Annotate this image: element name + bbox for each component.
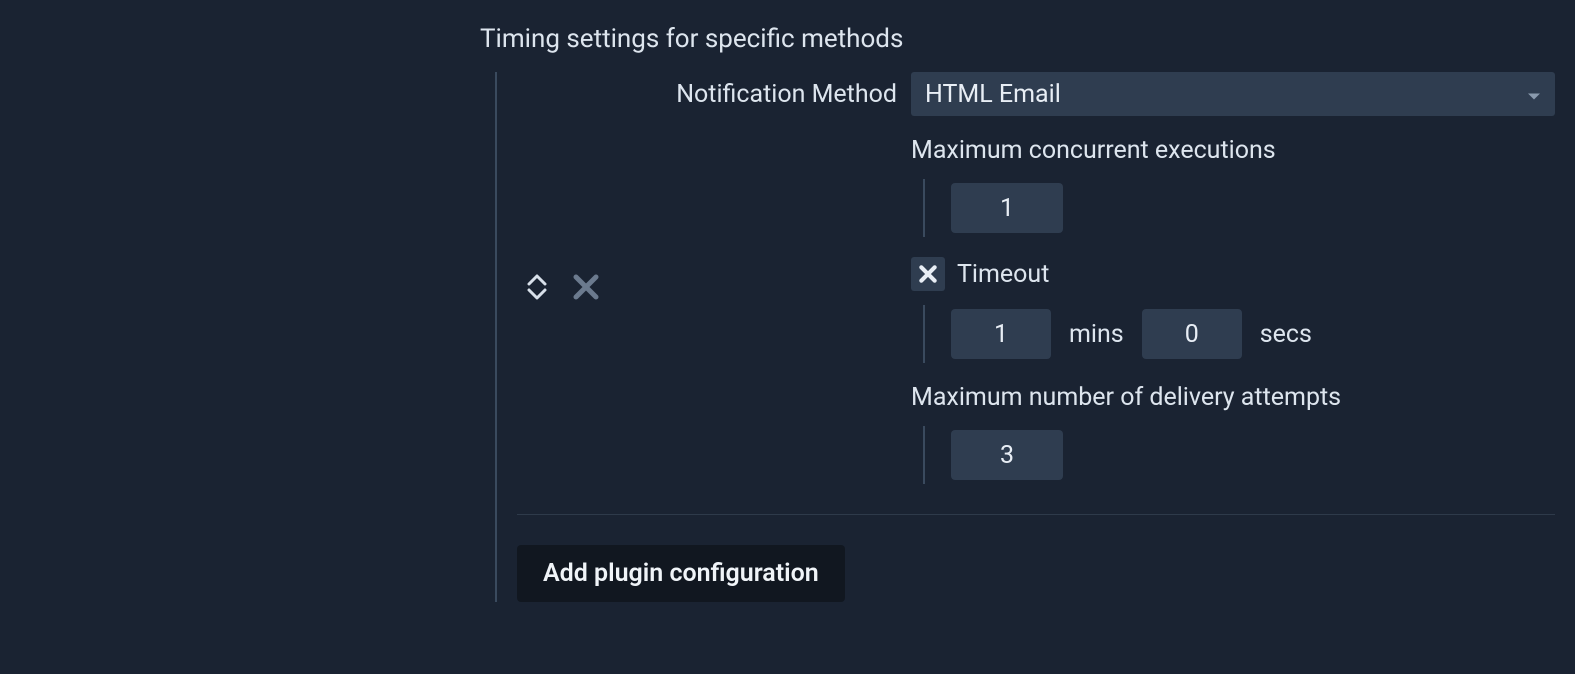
secs-unit-label: secs xyxy=(1260,320,1312,349)
timeout-label-row: Timeout xyxy=(911,257,1555,291)
chevron-down-icon xyxy=(527,288,547,300)
max-attempts-section: Maximum number of delivery attempts xyxy=(911,383,1555,484)
x-mark-icon xyxy=(918,264,938,284)
chevron-up-icon xyxy=(527,274,547,286)
notification-method-label: Notification Method xyxy=(631,80,911,109)
max-attempts-input-wrap xyxy=(923,426,1555,484)
remove-button[interactable] xyxy=(571,272,601,302)
config-fields: Notification Method HTML Email Maximum c… xyxy=(631,72,1555,484)
notification-method-value: HTML Email xyxy=(925,80,1061,109)
sort-handle[interactable] xyxy=(527,274,547,300)
close-icon xyxy=(571,272,601,302)
timeout-mins-input[interactable] xyxy=(951,309,1051,359)
add-plugin-button[interactable]: Add plugin configuration xyxy=(517,545,845,602)
notification-method-select[interactable]: HTML Email xyxy=(911,72,1555,116)
section-title: Timing settings for specific methods xyxy=(480,24,1555,54)
dropdown-caret-icon xyxy=(1527,80,1541,109)
max-concurrent-input[interactable] xyxy=(951,183,1063,233)
max-concurrent-section: Maximum concurrent executions xyxy=(911,136,1555,237)
max-attempts-label: Maximum number of delivery attempts xyxy=(911,383,1555,412)
config-row: Notification Method HTML Email Maximum c… xyxy=(517,72,1555,515)
max-concurrent-label: Maximum concurrent executions xyxy=(911,136,1555,165)
max-attempts-input[interactable] xyxy=(951,430,1063,480)
max-concurrent-input-wrap xyxy=(923,179,1555,237)
timeout-label: Timeout xyxy=(957,260,1049,289)
notification-method-row: Notification Method HTML Email xyxy=(631,72,1555,116)
mins-unit-label: mins xyxy=(1069,320,1124,349)
config-block: Notification Method HTML Email Maximum c… xyxy=(495,72,1555,602)
timeout-section: Timeout mins secs xyxy=(911,257,1555,363)
timeout-checkbox[interactable] xyxy=(911,257,945,291)
row-controls xyxy=(517,72,631,302)
timeout-secs-input[interactable] xyxy=(1142,309,1242,359)
timeout-input-wrap: mins secs xyxy=(923,305,1555,363)
